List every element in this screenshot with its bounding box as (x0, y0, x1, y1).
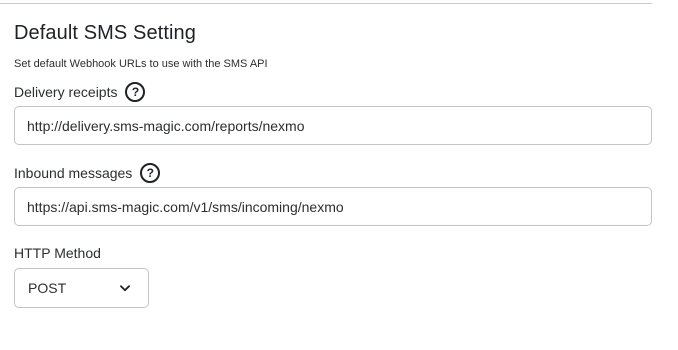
http-method-label: HTTP Method (14, 245, 101, 261)
inbound-messages-label: Inbound messages (14, 165, 133, 181)
section-description: Set default Webhook URLs to use with the… (14, 58, 268, 70)
inbound-messages-input[interactable] (14, 187, 652, 226)
delivery-receipts-input[interactable] (14, 106, 652, 145)
http-method-selected-value: POST (28, 280, 67, 296)
delivery-receipts-label-row: Delivery receipts ? (14, 81, 146, 103)
http-method-select[interactable]: POST (14, 268, 149, 308)
inbound-messages-label-row: Inbound messages ? (14, 162, 161, 184)
delivery-receipts-help-icon[interactable]: ? (125, 82, 146, 102)
delivery-receipts-label: Delivery receipts (14, 84, 118, 100)
http-method-label-row: HTTP Method (14, 242, 101, 264)
inbound-messages-help-icon[interactable]: ? (140, 163, 161, 183)
chevron-down-icon (119, 282, 131, 294)
section-title: Default SMS Setting (14, 22, 196, 44)
top-divider (0, 3, 652, 4)
sms-settings-panel: Default SMS Setting Set default Webhook … (0, 0, 678, 350)
